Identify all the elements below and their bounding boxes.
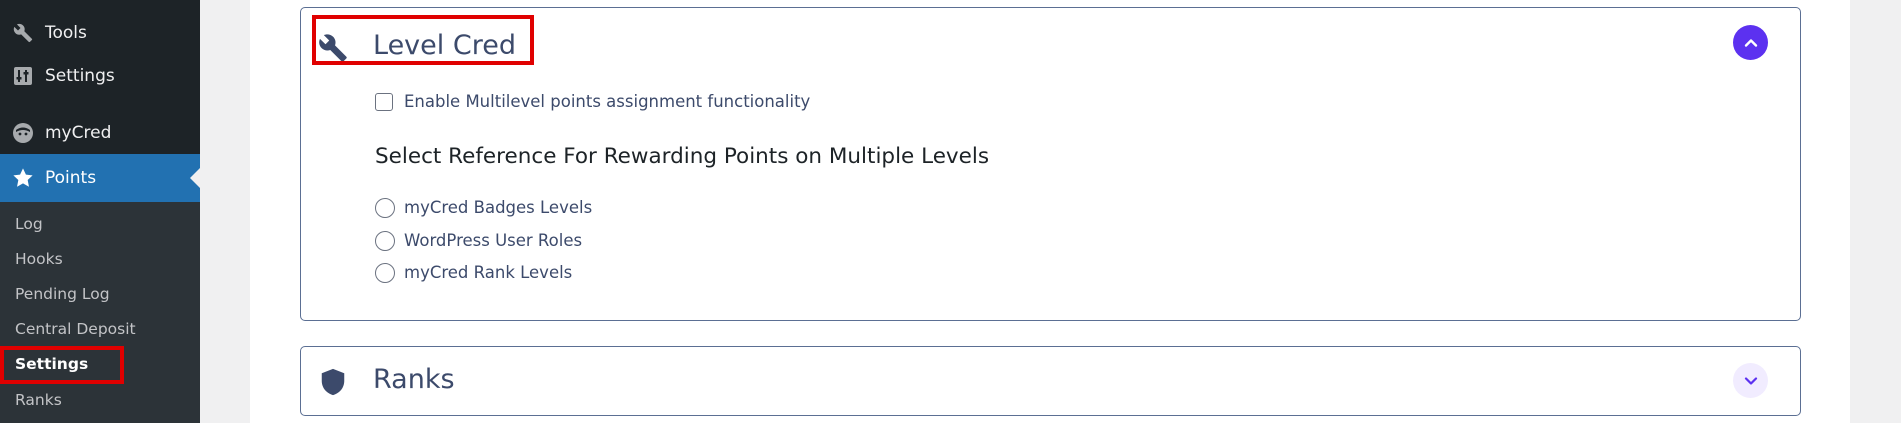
admin-sidebar: Tools Settings myCred Points Log Hooks P… (0, 0, 200, 423)
sidebar-item-label: Settings (45, 66, 115, 86)
panel-title: Ranks (373, 364, 455, 395)
submenu-item-log[interactable]: Log (15, 213, 43, 235)
submenu-item-settings[interactable]: Settings (15, 353, 88, 375)
current-menu-arrow (190, 168, 200, 188)
chevron-up-icon (1744, 38, 1757, 47)
points-submenu: Log Hooks Pending Log Central Deposit Se… (0, 202, 200, 423)
shield-icon (318, 367, 348, 401)
star-icon (12, 167, 34, 189)
enable-multilevel-checkbox[interactable] (375, 93, 393, 111)
submenu-item-hooks[interactable]: Hooks (15, 248, 63, 270)
enable-multilevel-label[interactable]: Enable Multilevel points assignment func… (404, 91, 810, 113)
mycred-logo-icon (12, 122, 34, 144)
wrench-icon (12, 22, 34, 44)
sidebar-item-label: Tools (45, 23, 87, 43)
panel-title: Level Cred (373, 30, 516, 61)
chevron-down-icon (1744, 376, 1757, 385)
sidebar-item-label: Points (45, 168, 97, 188)
sidebar-item-points[interactable]: Points (0, 154, 200, 202)
sidebar-item-label: myCred (45, 123, 112, 143)
radio-user-roles[interactable] (375, 231, 395, 251)
expand-toggle-button[interactable] (1733, 363, 1768, 398)
wrench-icon (318, 33, 348, 67)
ranks-panel[interactable]: Ranks (300, 346, 1801, 416)
radio-label-rank-levels[interactable]: myCred Rank Levels (404, 262, 572, 284)
radio-label-badges-levels[interactable]: myCred Badges Levels (404, 197, 592, 219)
radio-rank-levels[interactable] (375, 263, 395, 283)
reference-heading: Select Reference For Rewarding Points on… (375, 144, 990, 169)
submenu-item-central-deposit[interactable]: Central Deposit (15, 318, 136, 340)
sidebar-item-tools[interactable]: Tools (0, 12, 200, 54)
sidebar-item-settings[interactable]: Settings (0, 55, 200, 97)
radio-badges-levels[interactable] (375, 198, 395, 218)
sliders-icon (12, 65, 34, 87)
collapse-toggle-button[interactable] (1733, 25, 1768, 60)
submenu-item-ranks[interactable]: Ranks (15, 389, 62, 411)
level-cred-panel: Level Cred Enable Multilevel points assi… (300, 7, 1801, 321)
sidebar-item-mycred[interactable]: myCred (0, 112, 200, 154)
submenu-item-pending-log[interactable]: Pending Log (15, 283, 110, 305)
radio-label-user-roles[interactable]: WordPress User Roles (404, 230, 582, 252)
